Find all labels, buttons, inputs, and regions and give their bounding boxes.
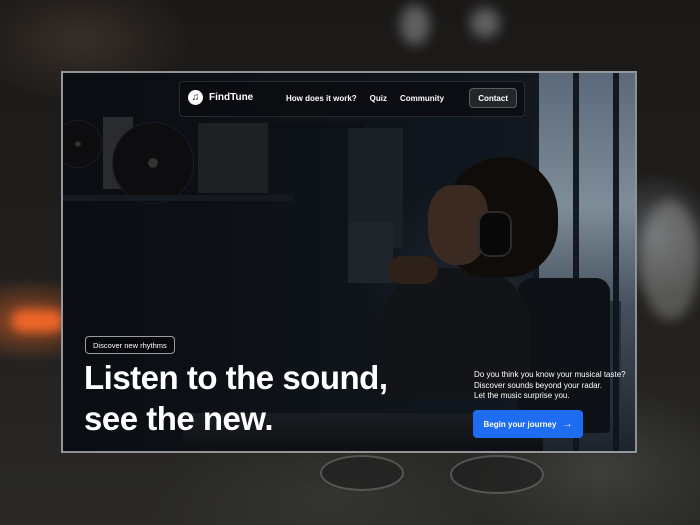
background-light — [12, 310, 64, 332]
vinyl-record — [113, 123, 193, 203]
headline-line-1: Listen to the sound, — [84, 359, 388, 396]
hero-badge: Discover new rhythms — [85, 336, 175, 354]
vinyl-record — [63, 121, 101, 167]
hero-headline: Listen to the sound, see the new. — [84, 357, 388, 439]
nav-links: How does it work? Quiz Community — [286, 94, 444, 103]
brand-name: FindTune — [209, 92, 254, 103]
description-line-2: Discover sounds beyond your radar. — [474, 380, 603, 390]
background-knob — [450, 455, 544, 494]
record-sleeve — [198, 123, 268, 193]
description-line-3: Let the music surprise you. — [474, 391, 570, 400]
hero-description: Do you think you know your musical taste… — [474, 370, 626, 402]
music-note-icon: ♫ — [188, 90, 203, 105]
background-blur — [640, 200, 700, 320]
background-blur — [470, 8, 500, 38]
bookshelf — [348, 223, 393, 283]
person-hand — [388, 256, 438, 284]
description-line-1: Do you think you know your musical taste… — [474, 370, 626, 379]
nav-link-quiz[interactable]: Quiz — [370, 94, 387, 103]
background-blur — [400, 5, 430, 45]
headline-line-2: see the new. — [84, 400, 274, 437]
cta-label: Begin your journey — [483, 419, 557, 429]
headphones — [478, 211, 512, 257]
brand-logo[interactable]: ♫ FindTune — [188, 90, 253, 105]
nav-link-how-it-works[interactable]: How does it work? — [286, 94, 357, 103]
navbar: ♫ FindTune How does it work? Quiz Commun… — [179, 81, 525, 117]
arrow-right-icon: → — [562, 418, 573, 430]
background-knob — [320, 455, 404, 491]
nav-link-community[interactable]: Community — [400, 94, 444, 103]
shelf — [63, 195, 293, 201]
website-window: ♫ FindTune How does it work? Quiz Commun… — [61, 71, 637, 453]
begin-journey-button[interactable]: Begin your journey → — [473, 410, 583, 438]
contact-button[interactable]: Contact — [469, 88, 517, 108]
